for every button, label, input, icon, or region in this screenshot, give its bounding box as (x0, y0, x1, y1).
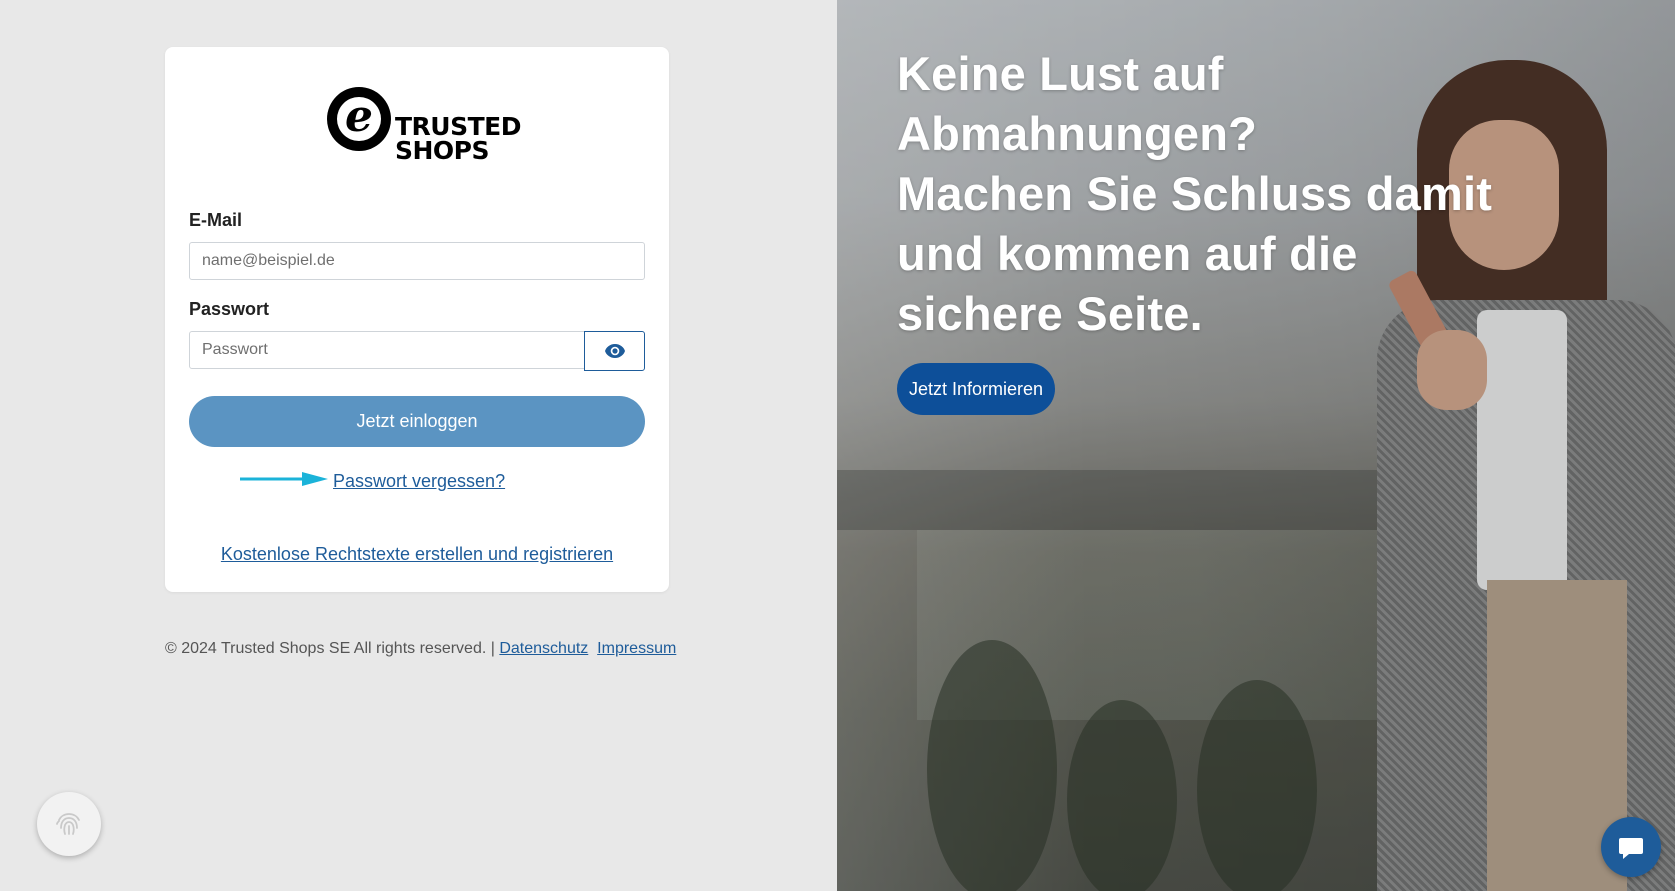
fingerprint-icon (56, 813, 80, 835)
login-card: e TRUSTED SHOPS E-Mail Passwort Jetzt ei… (165, 47, 669, 592)
password-label: Passwort (189, 299, 270, 319)
eye-icon (604, 344, 625, 358)
info-button[interactable]: Jetzt Informieren (897, 363, 1055, 415)
logo-mark: e (327, 87, 391, 151)
logo-wordmark: TRUSTED SHOPS (395, 112, 522, 165)
footer: © 2024 Trusted Shops SE All rights reser… (165, 640, 676, 658)
login-panel: e TRUSTED SHOPS E-Mail Passwort Jetzt ei… (0, 0, 837, 891)
privacy-link[interactable]: Datenschutz (499, 640, 588, 657)
forgot-password-link[interactable]: Passwort vergessen? (333, 471, 505, 492)
email-label: E-Mail (189, 210, 243, 230)
hero-panel: Keine Lust auf Abmahnungen? Machen Sie S… (837, 0, 1675, 891)
password-input[interactable] (189, 331, 585, 369)
chat-bubble-icon (1619, 838, 1643, 859)
copyright-text: © 2024 Trusted Shops SE All rights reser… (165, 640, 495, 657)
register-link[interactable]: Kostenlose Rechtstexte erstellen und reg… (165, 544, 669, 565)
fingerprint-button[interactable] (37, 792, 101, 856)
chat-button[interactable] (1601, 817, 1661, 877)
login-button[interactable]: Jetzt einloggen (189, 396, 645, 447)
email-input[interactable] (189, 242, 645, 280)
hero-headline: Keine Lust auf Abmahnungen? Machen Sie S… (897, 47, 1493, 340)
show-password-button[interactable] (584, 331, 645, 371)
imprint-link[interactable]: Impressum (597, 640, 676, 657)
trusted-shops-logo: e TRUSTED SHOPS (325, 85, 522, 165)
arrow-right-icon (240, 472, 328, 486)
